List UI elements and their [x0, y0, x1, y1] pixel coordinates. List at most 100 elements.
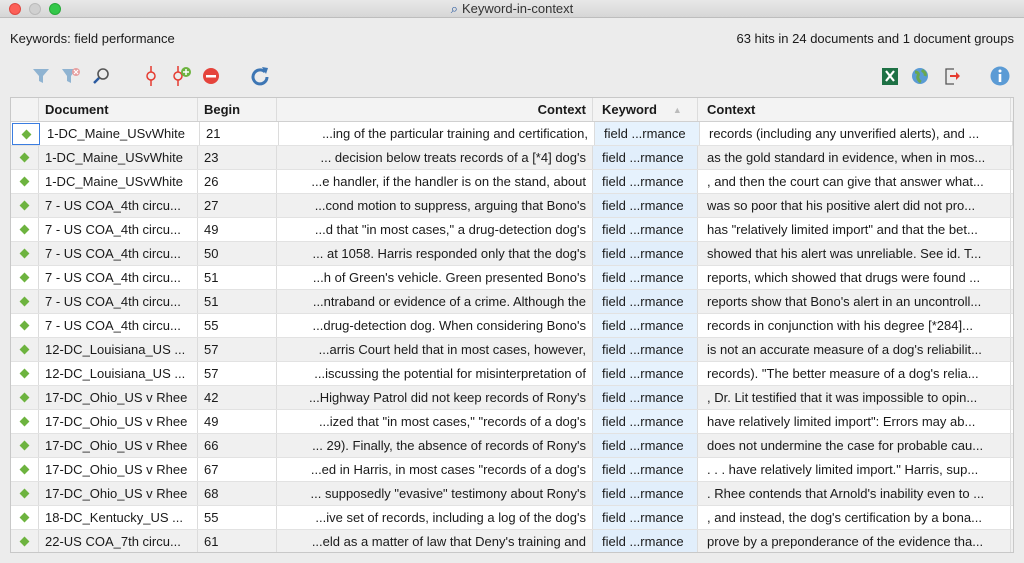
cell-document[interactable]: 17-DC_Ohio_US v Rhee [39, 386, 198, 409]
cell-left-context[interactable]: ... decision below treats records of a [… [277, 146, 593, 169]
cell-left-context[interactable]: ...iscussing the potential for misinterp… [277, 362, 593, 385]
web-export-icon[interactable] [910, 66, 930, 86]
cell-right-context[interactable]: prove by a preponderance of the evidence… [698, 530, 1011, 552]
cell-right-context[interactable]: showed that his alert was unreliable. Se… [698, 242, 1011, 265]
row-marker[interactable] [11, 338, 39, 361]
column-header-begin[interactable]: Begin [198, 98, 277, 121]
cell-left-context[interactable]: ...arris Court held that in most cases, … [277, 338, 593, 361]
cell-right-context[interactable]: . Rhee contends that Arnold's inability … [698, 482, 1011, 505]
cell-left-context[interactable]: ...ized that "in most cases," "records o… [277, 410, 593, 433]
cell-keyword[interactable]: field ...rmance [593, 410, 698, 433]
export-icon[interactable] [942, 66, 962, 86]
row-marker[interactable] [11, 170, 39, 193]
table-row[interactable]: 7 - US COA_4th circu... 51 ...ntraband o… [11, 290, 1013, 314]
clear-filter-icon[interactable] [61, 66, 81, 86]
cell-begin[interactable]: 57 [198, 338, 277, 361]
row-marker[interactable] [11, 410, 39, 433]
cell-keyword[interactable]: field ...rmance [593, 362, 698, 385]
cell-right-context[interactable]: has "relatively limited import" and that… [698, 218, 1011, 241]
cell-keyword[interactable]: field ...rmance [593, 170, 698, 193]
cell-keyword[interactable]: field ...rmance [593, 482, 698, 505]
cell-document[interactable]: 7 - US COA_4th circu... [39, 242, 198, 265]
cell-begin[interactable]: 26 [198, 170, 277, 193]
row-marker[interactable] [11, 530, 39, 552]
cell-keyword[interactable]: field ...rmance [593, 314, 698, 337]
row-marker[interactable] [11, 242, 39, 265]
table-row[interactable]: 1-DC_Maine_USvWhite 23 ... decision belo… [11, 146, 1013, 170]
cell-right-context[interactable]: reports, which showed that drugs were fo… [698, 266, 1011, 289]
search-icon[interactable] [91, 66, 111, 86]
cell-begin[interactable]: 68 [198, 482, 277, 505]
cell-keyword[interactable]: field ...rmance [593, 506, 698, 529]
cell-right-context[interactable]: was so poor that his positive alert did … [698, 194, 1011, 217]
cell-document[interactable]: 7 - US COA_4th circu... [39, 290, 198, 313]
cell-left-context[interactable]: ...ed in Harris, in most cases "records … [277, 458, 593, 481]
cell-left-context[interactable]: ...h of Green's vehicle. Green presented… [277, 266, 593, 289]
cell-document[interactable]: 1-DC_Maine_USvWhite [39, 146, 198, 169]
cell-keyword[interactable]: field ...rmance [593, 386, 698, 409]
cell-keyword[interactable]: field ...rmance [593, 530, 698, 552]
column-header-marker[interactable] [11, 98, 39, 121]
cell-document[interactable]: 17-DC_Ohio_US v Rhee [39, 458, 198, 481]
cell-right-context[interactable]: . . . have relatively limited import." H… [698, 458, 1011, 481]
cell-document[interactable]: 17-DC_Ohio_US v Rhee [39, 410, 198, 433]
cell-left-context[interactable]: ...ing of the particular training and ce… [279, 122, 595, 145]
cell-begin[interactable]: 66 [198, 434, 277, 457]
cell-document[interactable]: 7 - US COA_4th circu... [39, 218, 198, 241]
info-icon[interactable] [990, 66, 1010, 86]
row-marker[interactable] [11, 290, 39, 313]
refresh-icon[interactable] [250, 66, 270, 86]
table-row[interactable]: 12-DC_Louisiana_US ... 57 ...iscussing t… [11, 362, 1013, 386]
cell-right-context[interactable]: is not an accurate measure of a dog's re… [698, 338, 1011, 361]
add-code-icon[interactable] [171, 66, 191, 86]
row-marker[interactable] [11, 506, 39, 529]
row-marker[interactable] [11, 458, 39, 481]
cell-keyword[interactable]: field ...rmance [593, 242, 698, 265]
code-icon[interactable] [141, 66, 161, 86]
cell-right-context[interactable]: , and instead, the dog's certification b… [698, 506, 1011, 529]
cell-left-context[interactable]: ... supposedly "evasive" testimony about… [277, 482, 593, 505]
cell-keyword[interactable]: field ...rmance [593, 338, 698, 361]
cell-right-context[interactable]: records in conjunction with his degree [… [698, 314, 1011, 337]
row-marker[interactable] [11, 194, 39, 217]
cell-begin[interactable]: 61 [198, 530, 277, 552]
cell-begin[interactable]: 51 [198, 266, 277, 289]
cell-right-context[interactable]: , Dr. Lit testified that it was impossib… [698, 386, 1011, 409]
table-row[interactable]: 17-DC_Ohio_US v Rhee 66 ... 29). Finally… [11, 434, 1013, 458]
cell-begin[interactable]: 27 [198, 194, 277, 217]
cell-keyword[interactable]: field ...rmance [593, 218, 698, 241]
table-row[interactable]: 17-DC_Ohio_US v Rhee 49 ...ized that "in… [11, 410, 1013, 434]
table-row[interactable]: 1-DC_Maine_USvWhite 26 ...e handler, if … [11, 170, 1013, 194]
cell-keyword[interactable]: field ...rmance [593, 434, 698, 457]
minimize-button[interactable] [29, 3, 41, 15]
cell-begin[interactable]: 55 [198, 314, 277, 337]
cell-begin[interactable]: 50 [198, 242, 277, 265]
cell-begin[interactable]: 55 [198, 506, 277, 529]
cell-left-context[interactable]: ...eld as a matter of law that Deny's tr… [277, 530, 593, 552]
table-row[interactable]: 12-DC_Louisiana_US ... 57 ...arris Court… [11, 338, 1013, 362]
row-marker[interactable] [11, 266, 39, 289]
cell-begin[interactable]: 67 [198, 458, 277, 481]
cell-left-context[interactable]: ...d that "in most cases," a drug-detect… [277, 218, 593, 241]
remove-icon[interactable] [201, 66, 221, 86]
cell-begin[interactable]: 49 [198, 410, 277, 433]
cell-document[interactable]: 1-DC_Maine_USvWhite [41, 122, 200, 145]
column-header-document[interactable]: Document [39, 98, 198, 121]
column-header-left-context[interactable]: Context [277, 98, 593, 121]
zoom-button[interactable] [49, 3, 61, 15]
filter-icon[interactable] [31, 66, 51, 86]
cell-document[interactable]: 1-DC_Maine_USvWhite [39, 170, 198, 193]
excel-export-icon[interactable] [880, 66, 900, 86]
cell-begin[interactable]: 49 [198, 218, 277, 241]
row-marker[interactable] [11, 482, 39, 505]
cell-document[interactable]: 7 - US COA_4th circu... [39, 266, 198, 289]
cell-right-context[interactable]: does not undermine the case for probable… [698, 434, 1011, 457]
cell-right-context[interactable]: as the gold standard in evidence, when i… [698, 146, 1011, 169]
table-row[interactable]: 7 - US COA_4th circu... 50 ... at 1058. … [11, 242, 1013, 266]
row-marker[interactable] [11, 362, 39, 385]
cell-left-context[interactable]: ...cond motion to suppress, arguing that… [277, 194, 593, 217]
table-row[interactable]: 1-DC_Maine_USvWhite 21 ...ing of the par… [11, 122, 1013, 146]
cell-right-context[interactable]: records (including any unverified alerts… [700, 122, 1013, 145]
cell-keyword[interactable]: field ...rmance [593, 194, 698, 217]
row-marker[interactable] [11, 314, 39, 337]
